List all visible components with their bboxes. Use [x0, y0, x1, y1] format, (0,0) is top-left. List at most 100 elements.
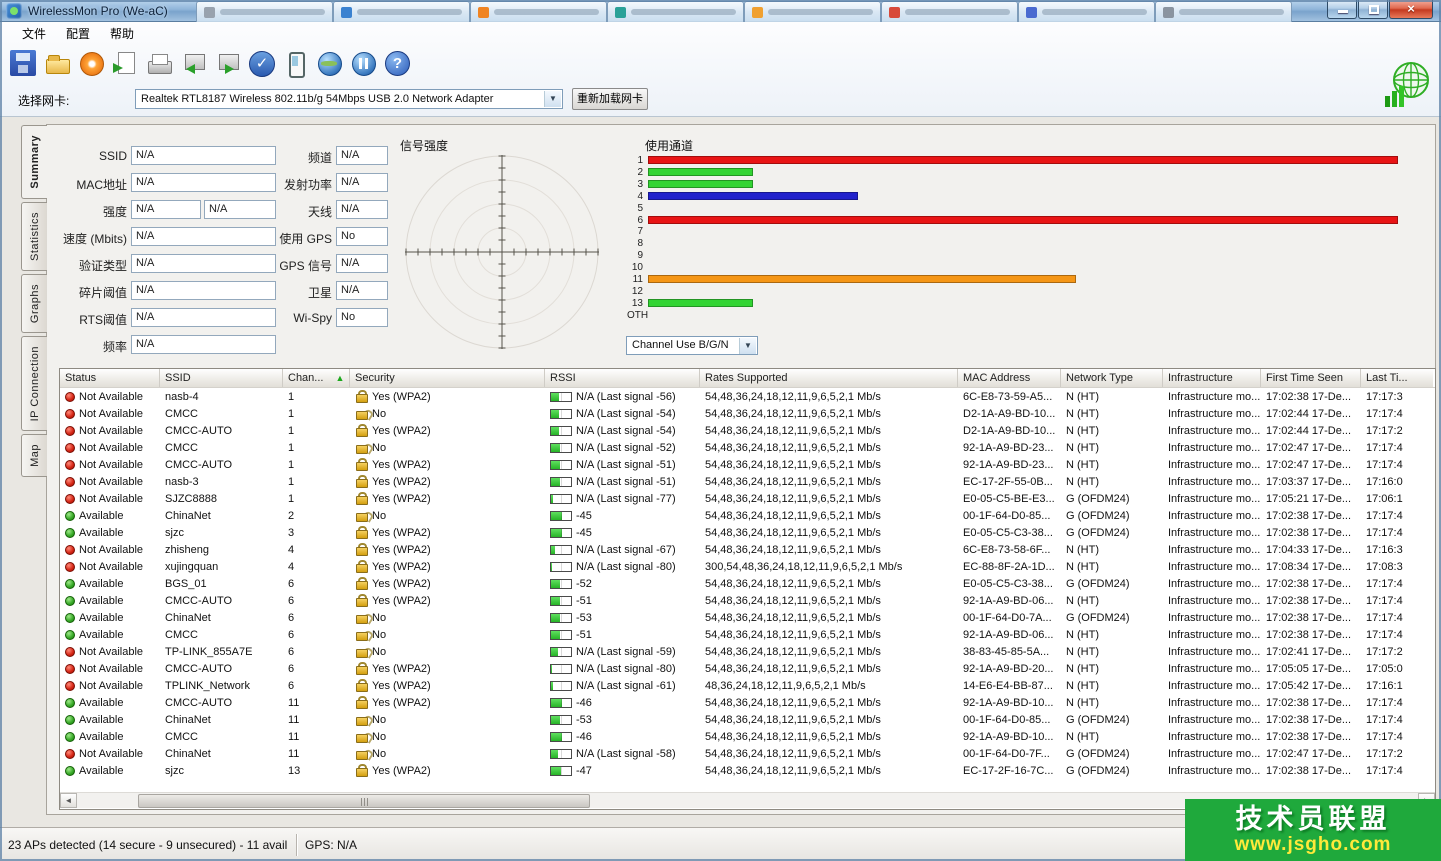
- menu-item[interactable]: 配置: [56, 22, 100, 45]
- open-folder-icon[interactable]: [44, 50, 70, 76]
- table-row[interactable]: Not Available CMCC-AUTO 1 Yes (WPA2) N/A…: [60, 456, 1435, 473]
- status-text: Available: [79, 578, 123, 590]
- channel-axis-label: 11: [627, 274, 643, 285]
- table-row[interactable]: Not Available TP-LINK_855A7E 6 No N/A (L…: [60, 643, 1435, 660]
- column-header-rates[interactable]: Rates Supported: [700, 369, 958, 387]
- close-button[interactable]: ×: [1389, 0, 1433, 19]
- background-browser-tab[interactable]: [333, 1, 470, 22]
- table-row[interactable]: Not Available nasb-3 1 Yes (WPA2) N/A (L…: [60, 473, 1435, 490]
- table-row[interactable]: Not Available ChinaNet 11 No N/A (Last s…: [60, 745, 1435, 762]
- mac-cell: 38-83-45-85-5A...: [958, 643, 1061, 660]
- menu-item[interactable]: 帮助: [100, 22, 144, 45]
- table-row[interactable]: Available CMCC-AUTO 11 Yes (WPA2) -46 54…: [60, 694, 1435, 711]
- lock-icon: [355, 747, 368, 760]
- column-header-first-seen[interactable]: First Time Seen: [1261, 369, 1361, 387]
- column-header-mac[interactable]: MAC Address: [958, 369, 1061, 387]
- use-gps-field[interactable]: No: [336, 227, 388, 246]
- channel-cell: 1: [283, 388, 350, 405]
- channel-mode-select[interactable]: Channel Use B/G/N ▼: [626, 336, 758, 355]
- satellites-field[interactable]: N/A: [336, 281, 388, 300]
- lock-icon: [355, 390, 368, 403]
- network-type-cell: N (HT): [1061, 422, 1163, 439]
- reload-adapter-button[interactable]: 重新加载网卡: [572, 88, 648, 110]
- column-header-network-type[interactable]: Network Type: [1061, 369, 1163, 387]
- status-text: Available: [79, 612, 123, 624]
- background-browser-tab[interactable]: [1155, 1, 1292, 22]
- table-row[interactable]: Not Available nasb-4 1 Yes (WPA2) N/A (L…: [60, 388, 1435, 405]
- globe-pause-icon[interactable]: [350, 50, 376, 76]
- table-row[interactable]: Not Available CMCC 1 No N/A (Last signal…: [60, 405, 1435, 422]
- table-row[interactable]: Available sjzc 13 Yes (WPA2) -47 54,48,3…: [60, 762, 1435, 779]
- last-seen-cell: 17:17:4: [1361, 524, 1433, 541]
- restore-button[interactable]: [1358, 0, 1388, 19]
- help-icon[interactable]: [384, 50, 410, 76]
- background-browser-tab[interactable]: [881, 1, 1018, 22]
- wispy-field[interactable]: No: [336, 308, 388, 327]
- network-type-cell: N (HT): [1061, 558, 1163, 575]
- save-icon[interactable]: [10, 50, 36, 76]
- rts-threshold-field[interactable]: N/A: [131, 308, 276, 327]
- background-browser-tab[interactable]: [470, 1, 607, 22]
- ssid-field[interactable]: N/A: [131, 146, 276, 165]
- rates-cell: 54,48,36,24,18,12,11,9,6,5,2,1 Mb/s: [700, 762, 958, 779]
- table-row[interactable]: Not Available TPLINK_Network 6 Yes (WPA2…: [60, 677, 1435, 694]
- antenna-field[interactable]: N/A: [336, 200, 388, 219]
- scrollbar-thumb[interactable]: [138, 794, 590, 808]
- status-text: Available: [79, 697, 123, 709]
- column-header-last-seen[interactable]: Last Ti...: [1361, 369, 1433, 387]
- column-header-status[interactable]: Status: [60, 369, 160, 387]
- background-browser-tab[interactable]: [196, 1, 333, 22]
- column-header-rssi[interactable]: RSSI: [545, 369, 700, 387]
- scroll-left-button[interactable]: ◄: [60, 793, 77, 808]
- mobile-icon[interactable]: [282, 50, 308, 76]
- table-row[interactable]: Available CMCC 11 No -46 54,48,36,24,18,…: [60, 728, 1435, 745]
- table-row[interactable]: Not Available CMCC-AUTO 6 Yes (WPA2) N/A…: [60, 660, 1435, 677]
- table-row[interactable]: Available sjzc 3 Yes (WPA2) -45 54,48,36…: [60, 524, 1435, 541]
- send-right-icon[interactable]: [214, 50, 240, 76]
- background-browser-tab[interactable]: [744, 1, 881, 22]
- auth-type-field[interactable]: N/A: [131, 254, 276, 273]
- frag-threshold-field[interactable]: N/A: [131, 281, 276, 300]
- channel-field[interactable]: N/A: [336, 146, 388, 165]
- strength-field[interactable]: N/A: [131, 200, 201, 219]
- channel-usage-bar: [648, 180, 753, 188]
- background-browser-tab[interactable]: [607, 1, 744, 22]
- mac-field[interactable]: N/A: [131, 173, 276, 192]
- view-tab[interactable]: Map: [21, 434, 47, 477]
- table-row[interactable]: Available ChinaNet 6 No -53 54,48,36,24,…: [60, 609, 1435, 626]
- table-row[interactable]: Not Available CMCC 1 No N/A (Last signal…: [60, 439, 1435, 456]
- status-icon: [65, 613, 75, 623]
- status-icon: [65, 630, 75, 640]
- chevron-down-icon[interactable]: ▼: [544, 91, 561, 107]
- export-icon[interactable]: [112, 50, 138, 76]
- table-row[interactable]: Available CMCC-AUTO 6 Yes (WPA2) -51 54,…: [60, 592, 1435, 609]
- tx-power-field[interactable]: N/A: [336, 173, 388, 192]
- adapter-select[interactable]: Realtek RTL8187 Wireless 802.11b/g 54Mbp…: [135, 89, 563, 109]
- table-row[interactable]: Not Available zhisheng 4 Yes (WPA2) N/A …: [60, 541, 1435, 558]
- table-row[interactable]: Available ChinaNet 2 No -45 54,48,36,24,…: [60, 507, 1435, 524]
- table-row[interactable]: Available BGS_01 6 Yes (WPA2) -52 54,48,…: [60, 575, 1435, 592]
- table-row[interactable]: Available CMCC 6 No -51 54,48,36,24,18,1…: [60, 626, 1435, 643]
- globe-icon[interactable]: [316, 50, 342, 76]
- tab-title-placeholder: [494, 9, 599, 15]
- frequency-field[interactable]: N/A: [131, 335, 276, 354]
- send-left-icon[interactable]: [180, 50, 206, 76]
- channel-usage-bar: [648, 275, 1076, 283]
- table-row[interactable]: Not Available CMCC-AUTO 1 Yes (WPA2) N/A…: [60, 422, 1435, 439]
- chevron-down-icon[interactable]: ▼: [739, 338, 756, 354]
- table-row[interactable]: Not Available xujingquan 4 Yes (WPA2) N/…: [60, 558, 1435, 575]
- background-browser-tab[interactable]: [1018, 1, 1155, 22]
- verify-icon[interactable]: [248, 50, 274, 76]
- gps-signal-field[interactable]: N/A: [336, 254, 388, 273]
- column-header-security[interactable]: Security: [350, 369, 545, 387]
- column-header-infrastructure[interactable]: Infrastructure: [1163, 369, 1261, 387]
- minimize-button[interactable]: [1327, 0, 1357, 19]
- menu-item[interactable]: 文件: [12, 22, 56, 45]
- column-header-ssid[interactable]: SSID: [160, 369, 283, 387]
- column-header-channel[interactable]: Chan...▲: [283, 369, 350, 387]
- table-row[interactable]: Not Available SJZC8888 1 Yes (WPA2) N/A …: [60, 490, 1435, 507]
- speed-field[interactable]: N/A: [131, 227, 276, 246]
- cd-icon[interactable]: [78, 50, 104, 76]
- table-row[interactable]: Available ChinaNet 11 No -53 54,48,36,24…: [60, 711, 1435, 728]
- print-icon[interactable]: [146, 50, 172, 76]
